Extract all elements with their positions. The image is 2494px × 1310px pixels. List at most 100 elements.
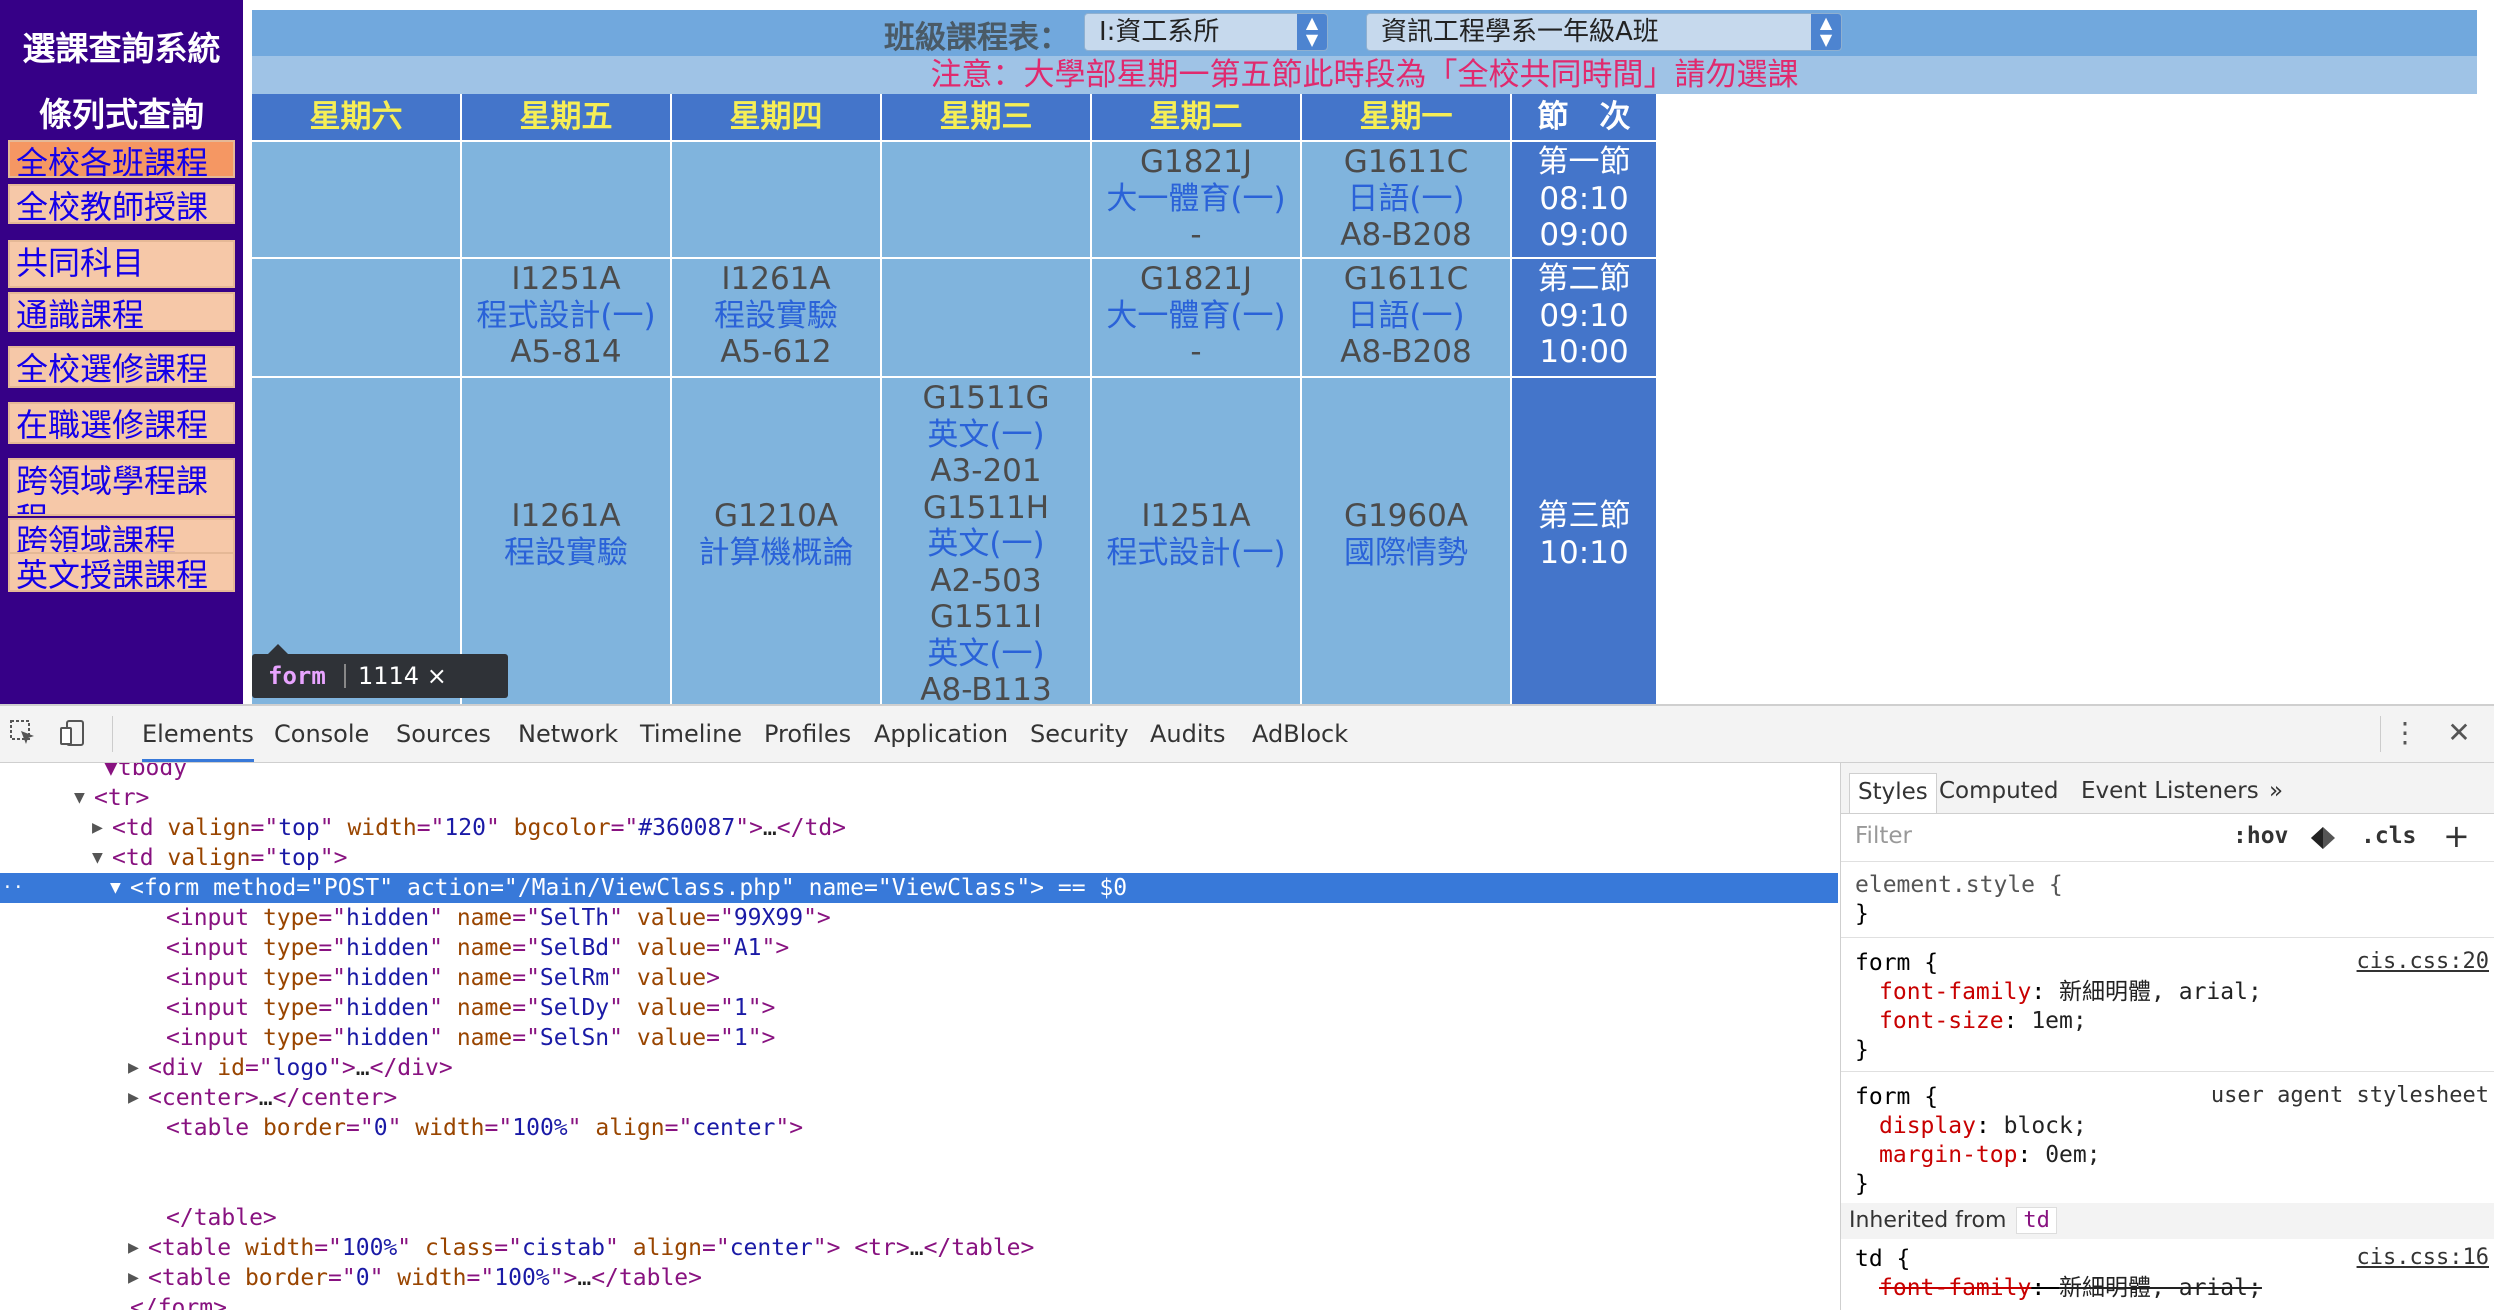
class-select[interactable]: 資訊工程學系一年級A班 ▲ ▼	[1366, 13, 1842, 51]
inherited-tag-link[interactable]: td	[2016, 1207, 2057, 1234]
course-name-link[interactable]: 程式設計(一)	[462, 298, 670, 335]
timetable-cell	[252, 259, 460, 376]
collapse-triangle-icon[interactable]: ▼	[74, 783, 85, 813]
dom-node[interactable]: ▶ <div id="logo">…</div>	[0, 1053, 1838, 1083]
dom-token: == $0	[1044, 875, 1128, 901]
css-declaration[interactable]: display: block;	[1879, 1112, 2087, 1141]
dom-node[interactable]	[0, 1143, 1838, 1173]
dom-node[interactable]: <input type="hidden" name="SelTh" value=…	[0, 903, 1838, 933]
dom-node[interactable]: ▶ <td valign="top" width="120" bgcolor="#…	[0, 813, 1838, 843]
tab-console[interactable]: Console	[274, 706, 369, 762]
day-header: 星期四	[672, 94, 880, 140]
course-name-link[interactable]: 英文(一)	[882, 636, 1090, 673]
dom-token: width	[415, 1115, 485, 1141]
inspect-element-icon[interactable]	[8, 718, 38, 748]
collapse-triangle-icon[interactable]: ▼	[92, 843, 103, 873]
expand-triangle-icon[interactable]: ▶	[128, 1263, 139, 1293]
course-name-link[interactable]: 計算機概論	[672, 535, 880, 572]
course-name-link[interactable]: 程式設計(一)	[1092, 535, 1300, 572]
dom-token: ="	[314, 1235, 342, 1261]
dom-token: <center>	[148, 1085, 259, 1111]
sidebar-item-6[interactable]: 在職選修課程	[8, 402, 235, 444]
sidebar-item-3[interactable]: 共同科目	[8, 240, 235, 288]
tab-sources[interactable]: Sources	[396, 706, 491, 762]
class-toggle[interactable]: .cls	[2361, 823, 2416, 849]
course-name-link[interactable]: 程設實驗	[462, 535, 670, 572]
timetable-header-bar: 班級課程表： I:資工系所 ▲ ▼ 資訊工程學系一年級A班 ▲ ▼	[252, 10, 2477, 56]
collapse-triangle-icon[interactable]: ▼	[110, 873, 121, 903]
sidebar-item-7[interactable]: 跨領域學程課程	[8, 458, 235, 516]
close-icon[interactable]: ✕	[2444, 718, 2474, 748]
tab-security[interactable]: Security	[1030, 706, 1129, 762]
tab-elements[interactable]: Elements	[142, 706, 254, 762]
add-rule-button[interactable]: +	[2443, 817, 2470, 855]
course-name-link[interactable]: 大一體育(一)	[1092, 298, 1300, 335]
dom-node[interactable]: ▼ <td valign="top">	[0, 843, 1838, 873]
sidebar-item-2[interactable]: 全校教師授課	[8, 184, 235, 224]
expand-triangle-icon[interactable]: ▶	[128, 1083, 139, 1113]
dom-token: ="	[494, 1235, 522, 1261]
tab-audits[interactable]: Audits	[1150, 706, 1225, 762]
tab-application[interactable]: Application	[874, 706, 1008, 762]
tab-timeline[interactable]: Timeline	[640, 706, 742, 762]
tab-profiles[interactable]: Profiles	[764, 706, 851, 762]
dom-node[interactable]: </table>	[0, 1203, 1838, 1233]
expand-triangle-icon[interactable]: ▶	[128, 1053, 139, 1083]
sidebar-item-1[interactable]: 全校各班課程	[8, 140, 235, 178]
hover-state-toggle[interactable]: :hov	[2233, 823, 2288, 849]
dom-token: ">	[328, 1055, 356, 1081]
css-declaration[interactable]: font-family: 新細明體, arial;	[1879, 978, 2262, 1007]
course-name-link[interactable]: 大一體育(一)	[1092, 181, 1300, 218]
filter-input[interactable]: Filter	[1855, 823, 1912, 849]
css-source-link[interactable]: cis.css:16	[2357, 1245, 2489, 1270]
styles-tab[interactable]: Styles	[1849, 773, 1937, 813]
dom-token: </table>	[591, 1265, 702, 1291]
dom-node[interactable]: <input type="hidden" name="SelRm" value>	[0, 963, 1838, 993]
expand-triangle-icon[interactable]: ▶	[128, 1233, 139, 1263]
dom-token: type	[262, 995, 319, 1021]
dom-node[interactable]: </form>	[0, 1293, 1838, 1310]
period-end: 09:00	[1539, 217, 1629, 253]
tab-adblock[interactable]: AdBlock	[1252, 706, 1348, 762]
css-declaration[interactable]: font-family: 新細明體, arial;	[1879, 1274, 2262, 1303]
toolbar-divider	[2380, 716, 2381, 752]
sidebar-item-9[interactable]: 英文授課課程	[8, 552, 235, 592]
styles-tab[interactable]: Event Listeners	[2073, 773, 2267, 813]
course-name-link[interactable]: 程設實驗	[672, 298, 880, 335]
dom-node[interactable]: <input type="hidden" name="SelDy" value=…	[0, 993, 1838, 1023]
dom-token: "	[429, 905, 457, 931]
dom-token: width	[244, 1235, 315, 1261]
css-source-link[interactable]: user agent stylesheet	[2211, 1083, 2489, 1108]
course-name-link[interactable]: 英文(一)	[882, 526, 1090, 563]
sidebar-item-5[interactable]: 全校選修課程	[8, 346, 235, 388]
dom-node[interactable]: <input type="hidden" name="SelBd" value=…	[0, 933, 1838, 963]
day-header: 星期六	[252, 94, 460, 140]
dom-node[interactable]: ▶ <center>…</center>	[0, 1083, 1838, 1113]
css-declaration[interactable]: font-size: 1em;	[1879, 1007, 2087, 1036]
dom-node[interactable]: ▼ <tr>	[0, 783, 1838, 813]
dom-node[interactable]: ▶ <table border="0" width="100%">…</table…	[0, 1263, 1838, 1293]
styles-tab[interactable]: Computed	[1931, 773, 2066, 813]
css-source-link[interactable]: cis.css:20	[2357, 949, 2489, 974]
dom-token: 1	[733, 1025, 748, 1051]
course-name-link[interactable]: 英文(一)	[882, 417, 1090, 454]
styles-tab[interactable]: »	[2261, 773, 2291, 813]
department-select[interactable]: I:資工系所 ▲ ▼	[1084, 13, 1328, 51]
course-name-link[interactable]: 日語(一)	[1302, 298, 1510, 335]
dom-node[interactable]: <input type="hidden" name="SelSn" value=…	[0, 1023, 1838, 1053]
color-format-icon[interactable]	[2309, 825, 2337, 855]
course-name-link[interactable]: 國際情勢	[1302, 535, 1510, 572]
more-options-icon[interactable]: ⋮	[2390, 718, 2420, 748]
sidebar-item-8[interactable]: 跨領域課程	[8, 518, 235, 556]
expand-triangle-icon[interactable]: ▶	[92, 813, 103, 843]
device-toolbar-icon[interactable]	[58, 718, 88, 748]
dom-node-selected[interactable]: ·· ▼ <form method="POST" action="/Main/Vie…	[0, 873, 1838, 903]
dom-node[interactable]	[0, 1173, 1838, 1203]
tab-network[interactable]: Network	[518, 706, 618, 762]
rule-close: }	[1855, 1037, 1869, 1063]
sidebar-item-4[interactable]: 通識課程	[8, 292, 235, 332]
course-name-link[interactable]: 日語(一)	[1302, 181, 1510, 218]
css-declaration[interactable]: margin-top: 0em;	[1879, 1141, 2101, 1170]
dom-node[interactable]: ▶ <table width="100%" class="cistab" alig…	[0, 1233, 1838, 1263]
dom-node[interactable]: <table border="0" width="100%" align="ce…	[0, 1113, 1838, 1143]
